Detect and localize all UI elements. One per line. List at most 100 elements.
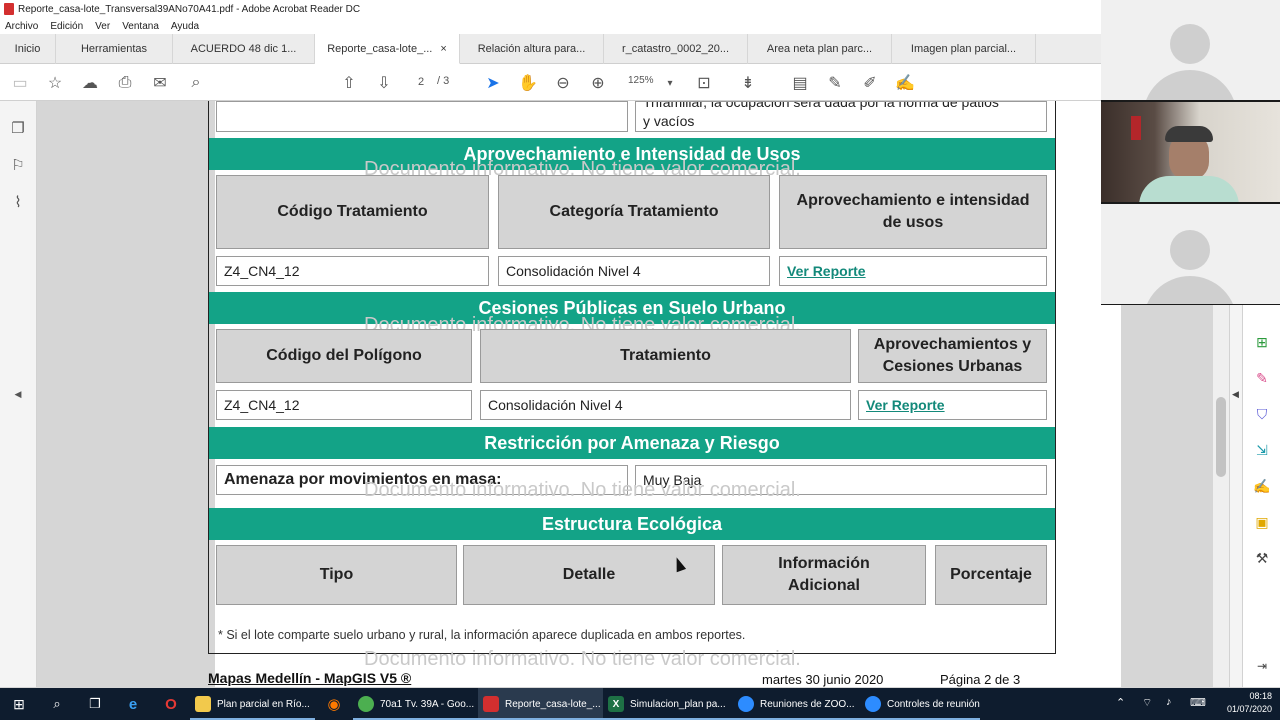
top-remnant-right-cell: Trifamiliar, la ocupación será dada por … <box>635 101 1047 132</box>
volume-icon[interactable]: ♪ <box>1166 696 1172 708</box>
collapse-left-pane-icon[interactable]: ◀ <box>9 385 27 403</box>
edit-pdf-icon[interactable]: ✎ <box>1253 369 1271 387</box>
zoom-out-icon[interactable]: ⊖ <box>553 73 573 93</box>
attachments-icon[interactable]: ⌇ <box>9 193 27 211</box>
bookmark-star-icon[interactable]: ☆ <box>45 73 65 93</box>
task-view-icon[interactable]: ❐ <box>76 688 114 720</box>
menu-ayuda[interactable]: Ayuda <box>171 21 199 32</box>
taskbar-app-zoom-meetings[interactable]: Reuniones de ZOO... <box>733 688 860 720</box>
select-cursor-icon[interactable]: ➤ <box>483 73 503 93</box>
windows-start-icon[interactable]: ⊞ <box>0 688 38 720</box>
tab-imagen-plan[interactable]: Imagen plan parcial... <box>892 34 1036 64</box>
protect-icon[interactable]: ⛉ <box>1253 405 1271 423</box>
search-icon[interactable]: ⌕ <box>186 73 206 93</box>
taskbar-app-zoom-controls[interactable]: Controles de reunión <box>860 688 980 720</box>
participant-tile-3[interactable] <box>1101 204 1280 304</box>
participant-hair <box>1165 126 1213 142</box>
tab-label: r_catastro_0002_20... <box>621 43 730 55</box>
highlight-pen-icon[interactable]: ✎ <box>825 73 845 93</box>
section-restriccion-title: Restricción por Amenaza y Riesgo <box>209 427 1055 459</box>
tab-catastro[interactable]: r_catastro_0002_20... <box>604 34 748 64</box>
cell-ver-reporte-2: Ver Reporte <box>858 390 1047 420</box>
taskbar-app-excel[interactable]: X Simulacion_plan pa... <box>603 688 733 720</box>
fit-page-icon[interactable]: ⊡ <box>694 73 714 93</box>
windows-taskbar: ⊞ ⌕ ❐ e O Plan parcial en Río... ◉ 70a1 … <box>0 688 1280 720</box>
header-aprovechamientos-cesiones: Aprovechamientos y Cesiones Urbanas <box>858 329 1047 383</box>
avatar-placeholder-icon <box>1170 230 1210 270</box>
save-icon[interactable]: ▭ <box>10 73 30 93</box>
cell-ver-reporte-1: Ver Reporte <box>779 256 1047 286</box>
fill-sign-icon[interactable]: ✍ <box>895 73 915 93</box>
next-page-icon[interactable]: ⇩ <box>374 73 394 93</box>
previous-page-icon[interactable]: ⇧ <box>339 73 359 93</box>
header-codigo-poligono: Código del Polígono <box>216 329 472 383</box>
expand-pane-icon[interactable]: ⇥ <box>1253 657 1271 675</box>
hand-tool-icon[interactable]: ✋ <box>518 73 538 93</box>
tab-reporte-active[interactable]: Reporte_casa-lote_... × <box>315 34 460 64</box>
menu-edicion[interactable]: Edición <box>50 21 83 32</box>
footer-brand: Mapas Medellín - MapGIS V5 ® <box>208 670 412 686</box>
tab-acuerdo[interactable]: ACUERDO 48 dic 1... <box>173 34 315 64</box>
organize-pages-icon[interactable]: ▣ <box>1253 513 1271 531</box>
email-icon[interactable]: ✉ <box>150 73 170 93</box>
cell-categoria-tratamiento: Consolidación Nivel 4 <box>498 256 770 286</box>
network-icon[interactable]: ⌔ <box>1142 696 1152 710</box>
taskbar-app-explorer[interactable]: Plan parcial en Río... <box>190 688 315 720</box>
taskbar-app-label: Reuniones de ZOO... <box>760 698 855 710</box>
page-thumbnails-icon[interactable]: ❐ <box>9 119 27 137</box>
firefox-icon[interactable]: ◉ <box>315 688 353 720</box>
upload-cloud-icon[interactable]: ☁ <box>80 73 100 93</box>
print-icon[interactable]: ⎙ <box>115 73 135 93</box>
more-tools-icon[interactable]: ⚒ <box>1253 549 1271 567</box>
menu-ver[interactable]: Ver <box>95 21 110 32</box>
taskbar-app-label: Simulacion_plan pa... <box>630 698 726 710</box>
taskbar-app-chrome[interactable]: 70a1 Tv. 39A - Goo... <box>353 688 478 720</box>
scroll-mode-icon[interactable]: ⇟ <box>738 73 758 93</box>
collapse-right-pane-icon[interactable]: ◀ <box>1232 389 1239 400</box>
export-pdf-icon[interactable]: ⇲ <box>1253 441 1271 459</box>
tab-herramientas[interactable]: Herramientas <box>56 34 173 64</box>
zoom-dropdown-icon[interactable]: ▾ <box>660 73 680 93</box>
fill-sign-tool-icon[interactable]: ✍ <box>1253 477 1271 495</box>
tab-inicio[interactable]: Inicio <box>0 34 56 64</box>
clock-date: 01/07/2020 <box>1226 704 1272 714</box>
zoom-in-icon[interactable]: ⊕ <box>588 73 608 93</box>
comment-icon[interactable]: ▤ <box>790 73 810 93</box>
edge-browser-icon[interactable]: e <box>114 688 152 720</box>
close-tab-icon[interactable]: × <box>440 43 446 55</box>
avatar-placeholder-icon <box>1143 70 1237 100</box>
tab-label: Reporte_casa-lote_... <box>327 42 433 55</box>
scrollbar-thumb[interactable] <box>1216 397 1226 477</box>
header-porcentaje: Porcentaje <box>935 545 1047 605</box>
participant-tile-1[interactable] <box>1101 0 1280 100</box>
search-icon[interactable]: ⌕ <box>38 688 76 720</box>
header-detalle: Detalle <box>463 545 715 605</box>
ver-reporte-link-aprovechamiento[interactable]: Ver Reporte <box>787 263 866 279</box>
opera-browser-icon[interactable]: O <box>152 688 190 720</box>
right-tools-pane: ⊞ ✎ ⛉ ⇲ ✍ ▣ ⚒ ⇥ <box>1242 305 1280 687</box>
participant-tile-active-speaker[interactable] <box>1101 102 1280 202</box>
tab-bar: Inicio Herramientas ACUERDO 48 dic 1... … <box>0 34 1101 64</box>
taskbar-app-acrobat[interactable]: Reporte_casa-lote_... <box>478 688 603 720</box>
ver-reporte-link-cesiones[interactable]: Ver Reporte <box>866 397 945 413</box>
watermark: Documento informativo. No tiene valor co… <box>364 479 801 501</box>
zoom-icon <box>865 696 881 712</box>
taskbar-app-label: 70a1 Tv. 39A - Goo... <box>380 698 475 710</box>
keyboard-icon[interactable]: ⌨ <box>1190 696 1206 709</box>
bookmarks-icon[interactable]: ⚐ <box>9 156 27 174</box>
tab-area-neta[interactable]: Area neta plan parc... <box>748 34 892 64</box>
menu-ventana[interactable]: Ventana <box>122 21 159 32</box>
menu-bar: Archivo Edición Ver Ventana Ayuda <box>0 18 1101 34</box>
top-remnant-left-cell <box>216 101 628 132</box>
cell-codigo-tratamiento: Z4_CN4_12 <box>216 256 489 286</box>
create-pdf-icon[interactable]: ⊞ <box>1253 333 1271 351</box>
tab-relacion[interactable]: Relación altura para... <box>460 34 604 64</box>
header-tipo: Tipo <box>216 545 457 605</box>
page-number-input[interactable] <box>410 73 432 91</box>
draw-icon[interactable]: ✐ <box>860 73 880 93</box>
zoom-level[interactable]: 125% <box>628 75 654 86</box>
system-clock[interactable]: 08:18 01/07/2020 <box>1227 690 1272 716</box>
menu-archivo[interactable]: Archivo <box>5 21 38 32</box>
tray-chevron-icon[interactable]: ⌃ <box>1116 696 1125 709</box>
wall-picture <box>1131 116 1141 140</box>
